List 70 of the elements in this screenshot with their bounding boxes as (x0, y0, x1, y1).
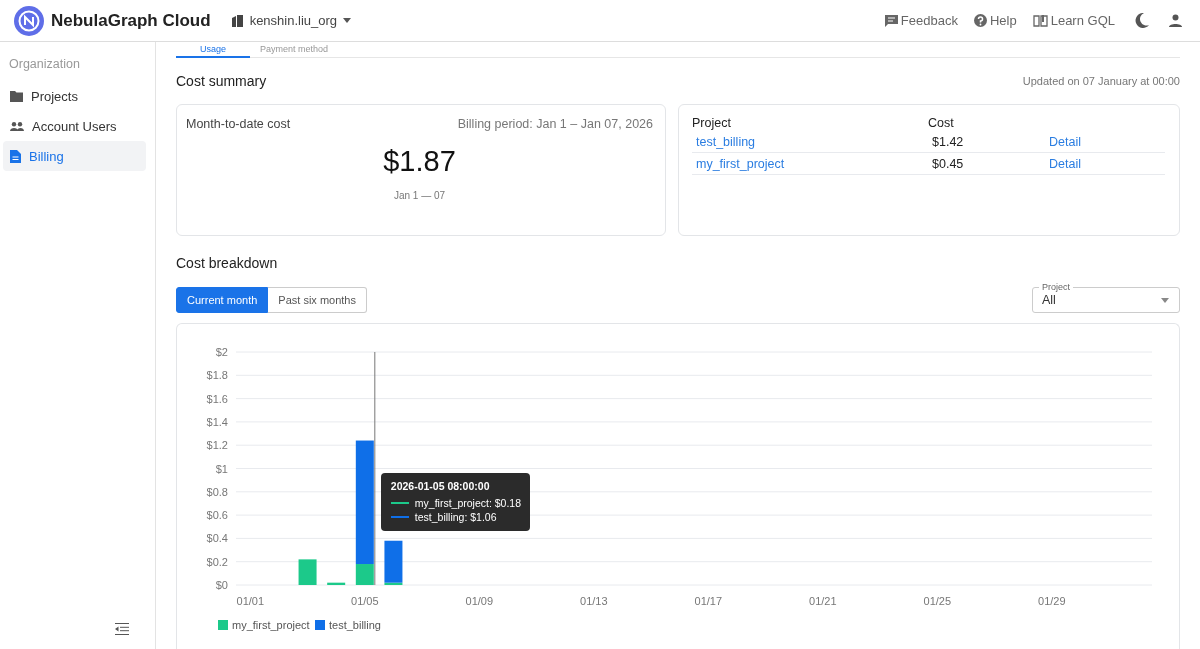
axis-label: $0.6 (206, 509, 228, 522)
users-icon (10, 121, 24, 131)
tab[interactable]: Payment method (250, 44, 339, 58)
bar (298, 559, 317, 585)
header-link[interactable]: Help (973, 13, 1017, 28)
detail-link[interactable]: Detail (1049, 134, 1081, 149)
total-cost: $1.87 (383, 145, 456, 178)
detail-link[interactable]: Detail (1049, 156, 1081, 171)
updated-time: Updated on 07 January at 00:00 (1022, 75, 1180, 87)
bar (327, 582, 346, 585)
axis-label: $0.2 (206, 555, 228, 568)
sidebar-section-title: Organization (8, 57, 81, 73)
caret-icon (343, 18, 352, 23)
axis-label: 01/09 (465, 595, 494, 607)
axis-label: $1.2 (206, 439, 228, 452)
logo-icon (13, 4, 45, 37)
axis-label: $2 (215, 346, 228, 358)
tooltip-value: test_billing: $1.06 (414, 510, 497, 524)
collapse-sidebar-icon[interactable] (115, 623, 129, 635)
legend-item[interactable]: my_first_project (218, 619, 310, 631)
axis-label: $1.4 (206, 415, 228, 428)
axis-label: 01/17 (694, 595, 723, 607)
range-toggle[interactable]: Current month (176, 287, 269, 313)
book-icon (1032, 14, 1048, 27)
message-icon (884, 14, 898, 27)
header-link[interactable]: Feedback (884, 13, 958, 28)
table-cell-text: $1.42 (931, 134, 965, 149)
column-header: Project (692, 116, 732, 130)
project-link[interactable]: my_first_project (696, 156, 785, 171)
card-label: Month-to-date cost (186, 117, 291, 131)
legend-label: my_first_project (232, 619, 310, 631)
section-title: Cost breakdown (176, 255, 279, 271)
axis-label: $0 (215, 579, 228, 591)
section-title: Cost summary (176, 73, 267, 89)
table-cell-text: $0.45 (931, 156, 965, 171)
brand-name: NebulaGraph Cloud (51, 10, 211, 31)
date-range: Jan 1 — 07 (393, 190, 446, 201)
column-header: Cost (928, 116, 955, 130)
building-icon (230, 14, 244, 27)
range-toggle[interactable]: Past six months (268, 287, 367, 313)
axis-label: 01/25 (923, 595, 952, 607)
folder-icon (10, 90, 23, 102)
legend-item[interactable]: test_billing (315, 619, 381, 631)
axis-label: 01/05 (351, 595, 379, 607)
axis-label: 01/01 (236, 595, 265, 607)
axis-label: $0.8 (206, 485, 228, 498)
tooltip-title: 2026-01-05 08:00:00 (390, 480, 491, 492)
organization-dropdown[interactable]: kenshin.liu_org (230, 13, 352, 28)
axis-label: $1.6 (206, 392, 228, 405)
sidebar-item[interactable]: Billing (3, 141, 146, 171)
axis-label: $1 (215, 462, 228, 475)
sidebar-item[interactable]: Account Users (3, 111, 146, 141)
document-icon (10, 149, 21, 163)
axis-label: $1.8 (206, 369, 228, 382)
tooltip-value: my_first_project: $0.18 (414, 496, 522, 510)
help-icon (973, 14, 987, 27)
sidebar-item[interactable]: Projects (3, 81, 146, 111)
user-icon[interactable] (1169, 14, 1182, 27)
caret-icon (1161, 297, 1169, 303)
legend-label: test_billing (329, 619, 381, 631)
tab[interactable]: Usage (176, 44, 250, 58)
moon-icon[interactable] (1135, 13, 1149, 28)
axis-label: $0.4 (206, 532, 228, 545)
axis-label: 01/13 (580, 595, 608, 607)
project-link[interactable]: test_billing (696, 134, 756, 149)
billing-period: Billing period: Jan 1 – Jan 07, 2026 (457, 117, 653, 131)
axis-label: 01/21 (809, 595, 837, 607)
axis-label: 01/29 (1038, 595, 1066, 607)
header-link[interactable]: Learn GQL (1032, 13, 1115, 28)
project-select[interactable]: Project All (1032, 282, 1180, 313)
